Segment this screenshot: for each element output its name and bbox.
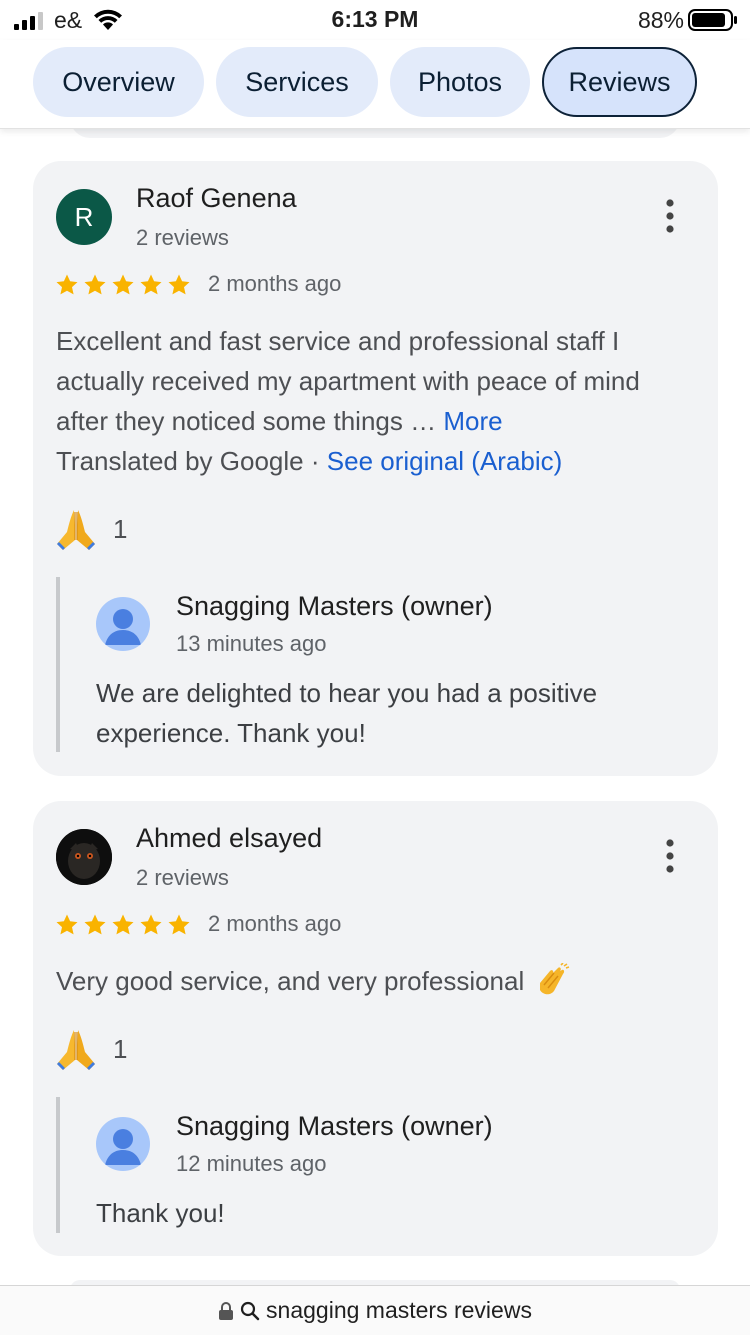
review-body: Excellent and fast service and professio… xyxy=(56,326,640,436)
reaction-button[interactable]: 1 xyxy=(53,505,127,553)
place-tabs: Overview Services Photos Reviews xyxy=(0,40,750,129)
reviewer-review-count: 2 reviews xyxy=(136,865,229,890)
owner-avatar-icon xyxy=(96,1117,150,1171)
owner-response-time: 13 minutes ago xyxy=(176,631,327,656)
owner-name: Snagging Masters (owner) xyxy=(176,591,493,621)
tab-services[interactable]: Services xyxy=(216,47,378,117)
star-icon xyxy=(56,274,78,295)
review-body: Very good service, and very professional xyxy=(56,966,525,996)
owner-response-text: Thank you! xyxy=(96,1198,225,1228)
reviewer-avatar[interactable] xyxy=(56,829,112,885)
url-bar[interactable]: snagging masters reviews xyxy=(0,1285,750,1335)
owner-response: Snagging Masters (owner) 12 minutes ago … xyxy=(56,1097,680,1233)
search-icon xyxy=(240,1301,260,1320)
see-original-link[interactable]: See original (Arabic) xyxy=(327,446,563,476)
star-icon xyxy=(84,914,106,935)
url-text[interactable]: snagging masters reviews xyxy=(266,1297,532,1324)
owner-response-text: We are delighted to hear you had a posit… xyxy=(96,678,598,748)
more-options-icon[interactable] xyxy=(660,197,680,237)
folded-hands-icon xyxy=(57,1030,95,1070)
reviewer-name[interactable]: Raof Genena xyxy=(136,183,297,214)
review-card: Ahmed elsayed 2 reviews 2 months ago Ver… xyxy=(33,801,718,1256)
reviewer-name[interactable]: Ahmed elsayed xyxy=(136,823,322,854)
star-icon xyxy=(168,914,190,935)
reviewer-review-count: 2 reviews xyxy=(136,225,229,250)
battery-icon xyxy=(688,9,737,31)
clapping-hands-icon xyxy=(540,963,570,995)
reaction-button[interactable]: 1 xyxy=(53,1025,127,1073)
more-options-icon[interactable] xyxy=(660,837,680,877)
folded-hands-icon xyxy=(57,510,95,550)
tab-reviews[interactable]: Reviews xyxy=(542,47,697,117)
review-text: Excellent and fast service and professio… xyxy=(56,321,686,481)
star-icon xyxy=(84,274,106,295)
star-icon xyxy=(140,274,162,295)
owner-name: Snagging Masters (owner) xyxy=(176,1111,493,1141)
separator-dot: · xyxy=(310,446,320,476)
star-icon xyxy=(56,914,78,935)
reviewer-avatar[interactable]: R xyxy=(56,189,112,245)
star-rating xyxy=(55,273,191,297)
lock-icon xyxy=(219,1301,234,1320)
review-date: 2 months ago xyxy=(208,271,342,296)
review-date: 2 months ago xyxy=(208,911,342,936)
star-icon xyxy=(140,914,162,935)
star-icon xyxy=(112,274,134,295)
owner-response: Snagging Masters (owner) 13 minutes ago … xyxy=(56,577,680,752)
reaction-count: 1 xyxy=(113,513,128,544)
tab-overview[interactable]: Overview xyxy=(33,47,204,117)
status-bar: e& 6:13 PM 88% xyxy=(0,0,750,40)
battery-percentage: 88% xyxy=(637,7,684,33)
owner-response-time: 12 minutes ago xyxy=(176,1151,327,1176)
owner-avatar-icon xyxy=(96,597,150,651)
star-rating xyxy=(55,913,191,937)
owl-photo-icon xyxy=(56,829,112,885)
tab-photos[interactable]: Photos xyxy=(390,47,530,117)
review-text: Very good service, and very professional xyxy=(56,961,686,1001)
review-card: R Raof Genena 2 reviews 2 months ago Exc… xyxy=(33,161,718,776)
more-link[interactable]: More xyxy=(443,406,502,436)
star-icon xyxy=(112,914,134,935)
translated-label: Translated by Google xyxy=(56,446,304,476)
reaction-count: 1 xyxy=(113,1033,128,1064)
star-icon xyxy=(168,274,190,295)
